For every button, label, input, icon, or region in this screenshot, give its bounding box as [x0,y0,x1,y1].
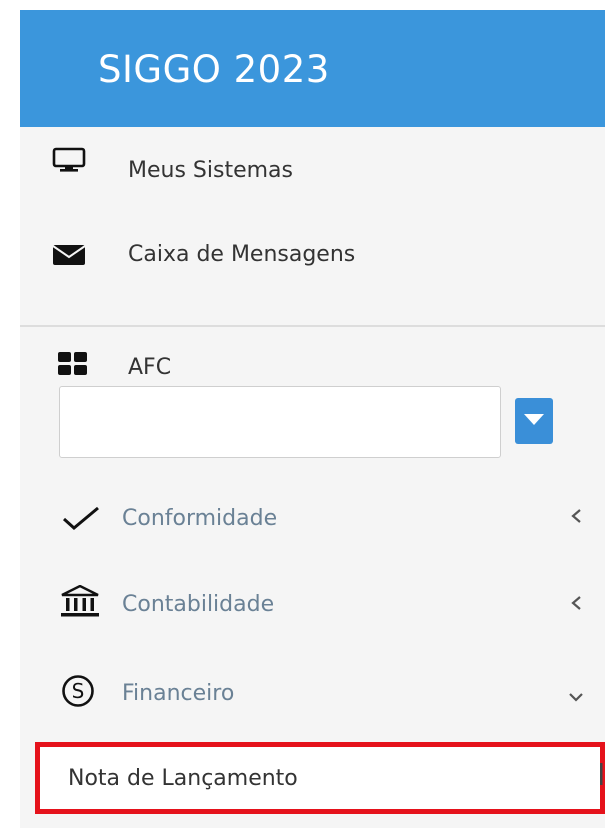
menu-item-conformidade[interactable]: Conformidade [20,500,605,560]
menu-item-contabilidade[interactable]: Contabilidade [20,584,605,645]
afc-label: AFC [128,355,172,380]
chevron-left-icon [570,595,582,615]
grid-icon [58,352,88,380]
submenu-item-nota-de-lancamento[interactable]: Nota de Lançamento [35,742,605,814]
monitor-icon [52,147,86,177]
sidebar-item-caixa-de-mensagens[interactable]: Caixa de Mensagens [20,228,605,288]
menu-item-label: Contabilidade [122,592,275,617]
sidebar-item-meus-sistemas[interactable]: Meus Sistemas [20,143,605,203]
menu-item-label: Financeiro [122,681,235,706]
bank-icon [60,584,100,623]
caret-down-icon [524,414,544,425]
svg-text:S: S [72,679,85,703]
afc-select[interactable] [59,386,501,458]
menu-item-financeiro[interactable]: S Financeiro [20,672,605,732]
afc-dropdown-button[interactable] [515,398,553,444]
app-title: SIGGO 2023 [98,48,330,91]
chevron-down-icon [568,688,584,707]
envelope-icon [52,244,86,270]
submenu-item-label: Nota de Lançamento [68,766,298,791]
sidebar-item-label: Caixa de Mensagens [128,242,356,267]
scroll-indicator [600,763,604,793]
check-icon [62,506,100,534]
dollar-circle-icon: S [61,674,95,712]
sidebar-header: SIGGO 2023 [20,10,605,127]
sidebar-divider [20,325,605,327]
chevron-left-icon [570,508,582,528]
menu-item-label: Conformidade [122,506,278,531]
sidebar-item-label: Meus Sistemas [128,158,293,183]
